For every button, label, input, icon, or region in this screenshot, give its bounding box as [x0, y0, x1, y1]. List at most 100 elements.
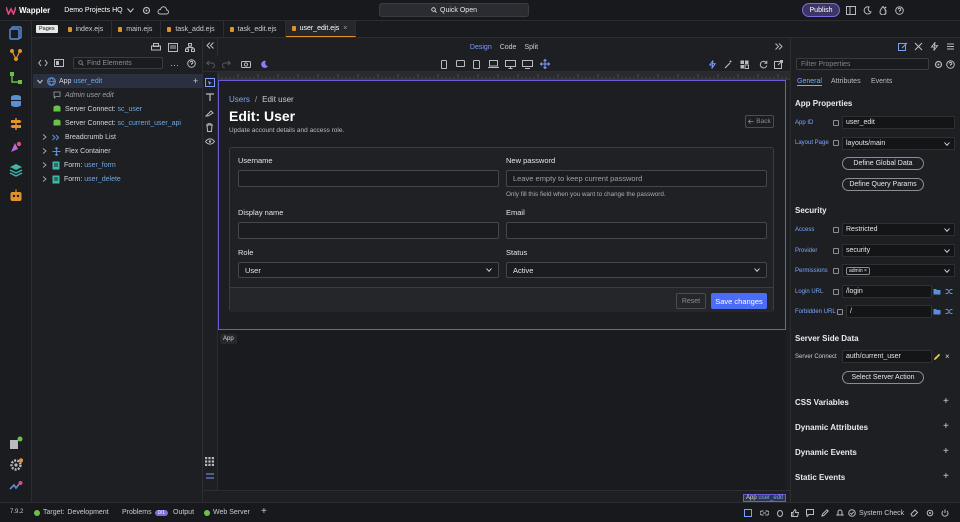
output-button[interactable]: Output — [173, 509, 194, 516]
grid-icon[interactable] — [205, 457, 214, 466]
server-connect-field[interactable]: auth/current_user — [842, 350, 932, 363]
tree-item-server-connect-api[interactable]: Server Connect: sc_current_user_api — [33, 116, 203, 130]
folder-icon[interactable] — [933, 288, 941, 295]
align-icon[interactable] — [205, 472, 215, 481]
tree-item-form-delete[interactable]: Form: user_delete — [33, 172, 203, 186]
web-server-button[interactable]: Web Server — [204, 509, 250, 516]
back-button[interactable]: Back — [745, 115, 774, 128]
eye-icon[interactable] — [205, 138, 215, 145]
paint-tool-icon[interactable] — [205, 108, 215, 117]
pages-icon[interactable] — [7, 24, 25, 42]
mobile-device-icon[interactable] — [441, 60, 447, 69]
forbidden-url-field[interactable]: / — [846, 305, 932, 318]
thumbs-up-icon[interactable] — [791, 509, 799, 517]
power-icon[interactable] — [941, 509, 949, 517]
css-variables-section[interactable]: CSS Variables — [795, 398, 849, 407]
undo-icon[interactable] — [206, 60, 215, 68]
print-icon[interactable] — [151, 43, 161, 52]
eraser-icon[interactable] — [910, 509, 918, 517]
info-icon[interactable] — [833, 227, 839, 233]
hierarchy-icon[interactable] — [185, 43, 195, 52]
project-selector[interactable]: Demo Projects HQ — [64, 7, 134, 14]
collapse-right-icon[interactable] — [775, 43, 783, 50]
cloud-sync-icon[interactable] — [157, 5, 169, 15]
whats-new-icon[interactable] — [7, 478, 25, 496]
info-icon[interactable] — [833, 289, 839, 295]
help-icon[interactable] — [894, 5, 904, 15]
dynamic-attributes-section[interactable]: Dynamic Attributes — [795, 423, 868, 432]
settings-gear-icon[interactable] — [7, 456, 25, 474]
permissions-select[interactable]: admin × — [842, 264, 955, 277]
flash-icon[interactable] — [709, 60, 716, 69]
tree-item-app[interactable]: App user_edit + — [33, 74, 203, 88]
app-id-field[interactable]: user_edit — [842, 116, 955, 129]
database-icon[interactable] — [7, 92, 25, 110]
login-url-field[interactable]: /login — [842, 285, 932, 298]
publish-button[interactable]: Publish — [802, 3, 840, 17]
expand-plus-icon[interactable]: + — [943, 446, 949, 457]
tab-general[interactable]: General — [797, 78, 822, 86]
expand-plus-icon[interactable]: + — [943, 471, 949, 482]
email-input[interactable] — [506, 222, 767, 239]
edit-properties-icon[interactable] — [898, 42, 908, 51]
widescreen-icon[interactable] — [522, 60, 533, 69]
password-input[interactable]: Leave empty to keep current password — [506, 170, 767, 187]
tab-events[interactable]: Events — [871, 78, 892, 85]
move-icon[interactable] — [540, 59, 550, 69]
more-icon[interactable]: ··· — [170, 60, 179, 70]
layout-page-select[interactable]: layouts/main — [842, 137, 955, 150]
filter-properties-input[interactable]: Filter Properties — [796, 58, 929, 70]
link-icon[interactable] — [760, 509, 769, 517]
laptop-icon[interactable] — [488, 60, 499, 68]
permission-chip-admin[interactable]: admin × — [846, 266, 870, 275]
folder-icon[interactable] — [933, 308, 941, 315]
assets-icon[interactable] — [7, 138, 25, 156]
info-icon[interactable] — [833, 268, 839, 274]
info-icon[interactable] — [833, 140, 839, 146]
settings-icon[interactable] — [926, 509, 934, 517]
tab-task-edit[interactable]: task_edit.ejs — [224, 21, 286, 37]
responsive-toggle-icon[interactable] — [744, 509, 752, 517]
collapse-left-icon[interactable] — [206, 42, 214, 49]
tools-icon[interactable] — [914, 42, 923, 51]
edit-icon[interactable] — [821, 509, 829, 517]
tree-item-server-connect-user[interactable]: Server Connect: sc_user — [33, 102, 203, 116]
save-changes-button[interactable]: Save changes — [711, 293, 767, 309]
panel-layout-icon[interactable] — [846, 5, 856, 15]
git-icon[interactable] — [7, 69, 25, 87]
static-events-section[interactable]: Static Events — [795, 473, 845, 482]
element-path-app[interactable]: App user_edit — [743, 494, 787, 502]
role-select[interactable]: User — [238, 262, 499, 278]
help-icon[interactable] — [946, 60, 955, 69]
target-selector[interactable]: Target: Development — [34, 509, 109, 516]
help-icon[interactable] — [187, 59, 196, 68]
tree-item-form-user[interactable]: Form: user_form — [33, 158, 203, 172]
status-select[interactable]: Active — [506, 262, 767, 278]
problems-button[interactable]: Problems 0/1 — [122, 509, 169, 516]
pencil-icon[interactable] — [933, 353, 941, 361]
routing-icon[interactable] — [7, 115, 25, 133]
code-brackets-icon[interactable] — [38, 59, 48, 67]
shuffle-icon[interactable] — [945, 308, 953, 315]
dynamic-events-section[interactable]: Dynamic Events — [795, 448, 857, 457]
remove-icon[interactable]: × — [945, 352, 950, 361]
redo-icon[interactable] — [222, 60, 231, 68]
tab-task-add[interactable]: task_add.ejs — [161, 21, 224, 37]
info-icon[interactable] — [833, 248, 839, 254]
magic-wand-icon[interactable] — [724, 60, 733, 69]
info-icon[interactable] — [833, 120, 839, 126]
add-terminal-icon[interactable]: + — [261, 506, 267, 517]
tree-item-comment[interactable]: Admin user edit — [33, 88, 203, 102]
ai-assistant-icon[interactable] — [7, 187, 25, 205]
define-global-data-button[interactable]: Define Global Data — [842, 157, 924, 170]
refresh-icon[interactable] — [759, 60, 768, 69]
tablet-icon[interactable] — [473, 60, 480, 69]
gear-icon[interactable] — [934, 60, 943, 69]
more-vertical-icon[interactable] — [883, 5, 888, 15]
gear-icon[interactable] — [141, 5, 151, 15]
tree-item-flex-container[interactable]: Flex Container — [33, 144, 203, 158]
extensions-icon[interactable] — [7, 434, 25, 452]
tab-main[interactable]: main.ejs — [112, 21, 162, 37]
tab-user-edit[interactable]: user_edit.ejs × — [285, 21, 357, 37]
tab-index[interactable]: index.ejs — [62, 21, 113, 37]
